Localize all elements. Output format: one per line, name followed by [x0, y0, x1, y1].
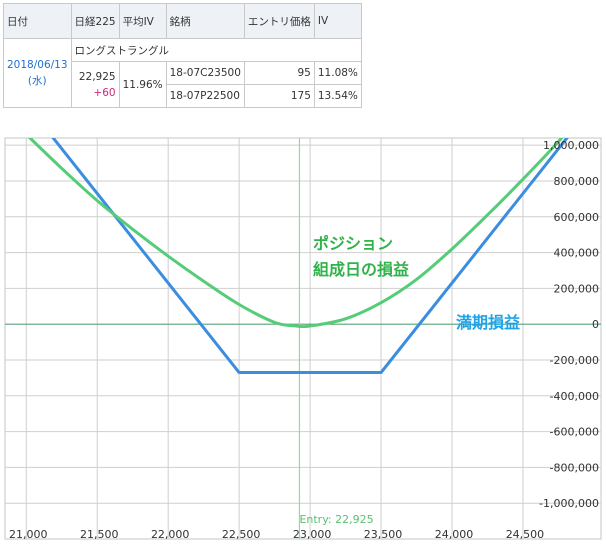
- payoff-chart: 21,000 21,500 22,000 22,500 23,000 23,500 24,0…: [4, 137, 602, 541]
- header-avg-iv: 平均IV: [118, 3, 167, 39]
- y-tick-label: -600,000: [550, 426, 599, 439]
- position-table: 日付 日経225 平均IV 銘柄 エントリ価格 IV 2018/06/13 (水…: [3, 3, 362, 108]
- header-iv: IV: [313, 3, 362, 39]
- strategy-name: ロングストラングル: [70, 38, 362, 62]
- y-tick-label: -200,000: [550, 354, 599, 367]
- y-tick-label: 1,000,000: [543, 139, 599, 152]
- y-tick-label: 800,000: [554, 175, 600, 188]
- entry-price: 95: [243, 61, 315, 85]
- option-symbol: 18-07P22500: [165, 84, 245, 108]
- y-tick-label: -400,000: [550, 390, 599, 403]
- nikkei-value: 22,925: [78, 70, 116, 83]
- table-header-row: 日付 日経225 平均IV 銘柄 エントリ価格 IV: [3, 3, 362, 39]
- date-cell: 2018/06/13 (水): [3, 38, 72, 108]
- y-tick-label: 600,000: [554, 211, 600, 224]
- annotation-expiry-payoff: 満期損益: [456, 313, 520, 332]
- annotation-entry-pnl-line2: 組成日の損益: [313, 260, 409, 279]
- x-tick-label: 22,000: [151, 528, 190, 541]
- header-entry-price: エントリ価格: [243, 3, 315, 39]
- x-tick-label: 23,000: [293, 528, 332, 541]
- nikkei-cell: 22,925 +60: [70, 61, 120, 108]
- entry-price: 175: [243, 84, 315, 108]
- option-symbol: 18-07C23500: [165, 61, 245, 85]
- x-tick-label: 21,500: [80, 528, 119, 541]
- y-tick-label: 200,000: [554, 282, 600, 295]
- y-tick-label: 0: [592, 318, 599, 331]
- entry-label: Entry: 22,925: [299, 513, 373, 526]
- y-tick-label: -800,000: [550, 461, 599, 474]
- x-tick-label: 21,000: [9, 528, 48, 541]
- avg-iv-value: 11.96%: [118, 61, 167, 108]
- option-iv: 11.08%: [313, 61, 362, 85]
- header-nikkei: 日経225: [70, 3, 120, 39]
- y-tick-label: -1,000,000: [539, 497, 599, 510]
- entry-weekday: (水): [27, 75, 47, 87]
- nikkei-change: +60: [93, 86, 116, 99]
- x-tick-label: 24,000: [435, 528, 474, 541]
- header-symbol: 銘柄: [165, 3, 245, 39]
- x-tick-label: 24,500: [506, 528, 545, 541]
- y-tick-label: 400,000: [554, 247, 600, 260]
- annotation-entry-pnl-line1: ポジション: [313, 234, 393, 253]
- x-tick-label: 22,500: [222, 528, 261, 541]
- x-tick-label: 23,500: [364, 528, 403, 541]
- table-row: 2018/06/13 (水) ロングストラングル: [3, 38, 362, 108]
- option-iv: 13.54%: [313, 84, 362, 108]
- header-date: 日付: [3, 3, 72, 39]
- entry-date[interactable]: 2018/06/13: [7, 57, 68, 73]
